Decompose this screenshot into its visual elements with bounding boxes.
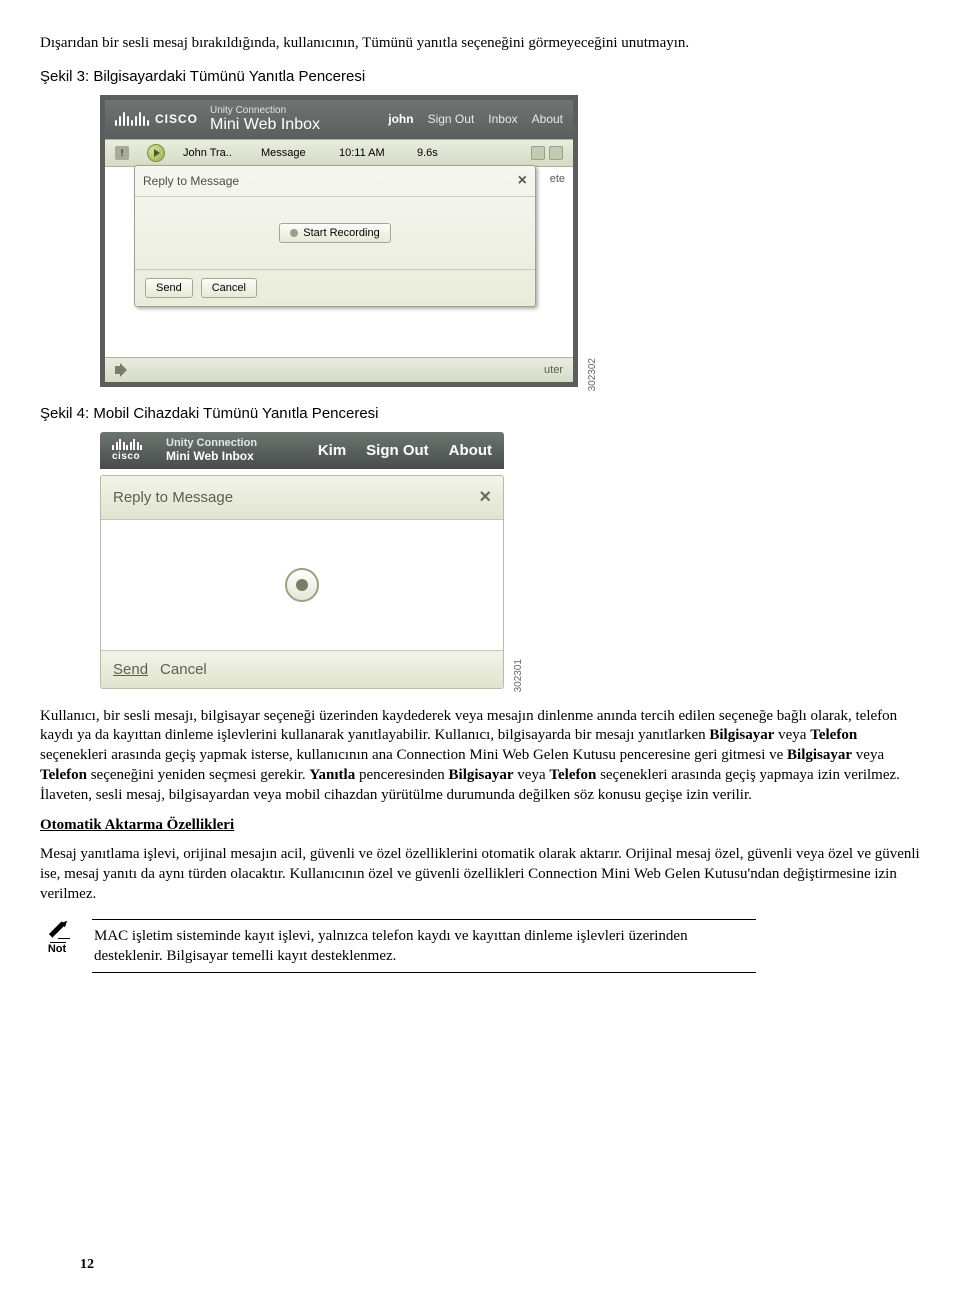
message-duration: 9.6s — [417, 147, 438, 159]
note-text: MAC işletim sisteminde kayıt işlevi, yal… — [92, 919, 756, 974]
send-button[interactable]: Send — [145, 278, 193, 298]
figure3: 302302 CISCO Unity Connection Mini Web I… — [100, 95, 920, 388]
intro-paragraph: Dışarıdan bir sesli mesaj bırakıldığında… — [40, 34, 920, 54]
close-icon[interactable]: × — [518, 172, 527, 190]
record-dot-icon — [290, 229, 298, 237]
current-user: john — [388, 112, 413, 126]
auto-forward-heading: Otomatik Aktarma Özellikleri — [40, 817, 234, 833]
truncated-text-ete: ete — [550, 173, 565, 185]
record-button[interactable] — [285, 568, 319, 602]
message-row[interactable]: ! John Tra.. Message 10:11 AM 9.6s — [105, 139, 573, 167]
panel-title: Reply to Message — [113, 489, 233, 506]
popup-title: Reply to Message — [143, 174, 239, 188]
status-bar: uter — [105, 357, 573, 382]
note-label: Not — [40, 943, 74, 955]
priority-icon: ! — [115, 146, 129, 160]
send-label: Send — [156, 282, 182, 294]
start-recording-button[interactable]: Start Recording — [279, 223, 390, 243]
figure4: 302301 cisco Unity Connection Mini Web I… — [100, 432, 920, 688]
figure4-id: 302301 — [513, 659, 524, 692]
play-icon[interactable] — [147, 144, 165, 162]
cancel-link[interactable]: Cancel — [160, 661, 207, 678]
brand-text: cisco — [112, 452, 142, 462]
brand-text: CISCO — [155, 112, 198, 126]
speaker-icon[interactable] — [115, 363, 131, 377]
figure4-heading: Şekil 4: Mobil Cihazdaki Tümünü Yanıtla … — [40, 405, 920, 422]
cancel-label: Cancel — [212, 282, 246, 294]
reply-popup: Reply to Message × Start Recording Send … — [134, 165, 536, 307]
app-header: CISCO Unity Connection Mini Web Inbox jo… — [105, 100, 573, 140]
app-title: Mini Web Inbox — [210, 116, 320, 134]
truncated-text-uter: uter — [544, 364, 563, 376]
auto-forward-paragraph: Mesaj yanıtlama işlevi, orijinal mesajın… — [40, 845, 920, 904]
reply-panel: Reply to Message × Send Cancel — [100, 475, 504, 689]
mobile-header: cisco Unity Connection Mini Web Inbox Ki… — [100, 432, 504, 468]
flag-icon — [549, 146, 563, 160]
cisco-logo-icon — [115, 112, 149, 126]
signout-link[interactable]: Sign Out — [366, 442, 429, 459]
note-block: Not MAC işletim sisteminde kayıt işlevi,… — [40, 919, 920, 974]
cancel-button[interactable]: Cancel — [201, 278, 257, 298]
start-recording-label: Start Recording — [303, 227, 379, 239]
about-link[interactable]: About — [449, 442, 492, 459]
signout-link[interactable]: Sign Out — [428, 112, 475, 126]
cisco-logo-icon — [112, 439, 142, 450]
app-title: Mini Web Inbox — [166, 450, 257, 463]
message-time: 10:11 AM — [339, 147, 399, 159]
message-from: John Tra.. — [183, 147, 243, 159]
close-icon[interactable]: × — [479, 486, 491, 509]
message-subject: Message — [261, 147, 321, 159]
body-paragraph: Kullanıcı, bir sesli mesajı, bilgisayar … — [40, 707, 920, 806]
about-link[interactable]: About — [532, 112, 563, 126]
app-subtitle: Unity Connection — [210, 105, 320, 116]
page-number: 12 — [80, 1257, 94, 1273]
figure3-heading: Şekil 3: Bilgisayardaki Tümünü Yanıtla P… — [40, 68, 920, 85]
pencil-note-icon — [46, 919, 68, 941]
current-user: Kim — [318, 442, 346, 459]
inbox-link[interactable]: Inbox — [488, 112, 517, 126]
attachment-icon — [531, 146, 545, 160]
send-link[interactable]: Send — [113, 661, 148, 678]
figure3-id: 302302 — [587, 358, 598, 391]
